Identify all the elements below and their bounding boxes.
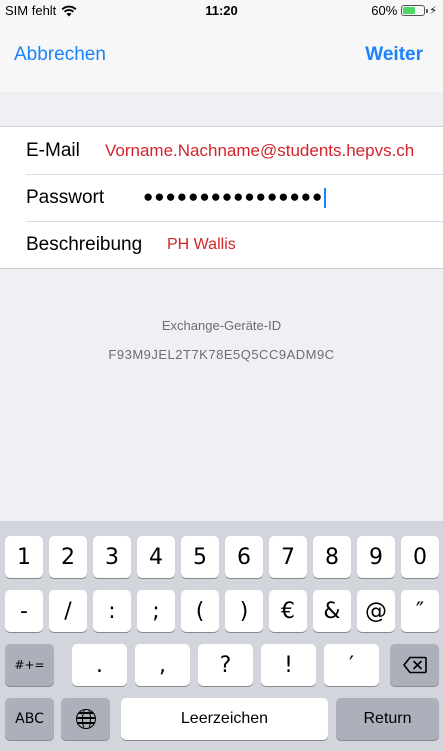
- key-paren-close[interactable]: ): [225, 590, 263, 632]
- key-at[interactable]: @: [357, 590, 395, 632]
- globe-icon: [75, 709, 96, 729]
- status-right: 60% ⚡: [371, 3, 437, 18]
- battery-percent: 60%: [371, 3, 398, 18]
- return-key[interactable]: Return: [336, 698, 439, 740]
- key-3[interactable]: 3: [93, 536, 131, 578]
- device-id-label: Exchange-Geräte-ID: [161, 318, 282, 333]
- key-4[interactable]: 4: [137, 536, 175, 578]
- password-dots: ●●●●●●●●●●●●●●●●: [143, 187, 324, 207]
- battery-icon: [401, 5, 429, 16]
- next-button[interactable]: Weiter: [365, 44, 423, 66]
- key-6[interactable]: 6: [225, 536, 263, 578]
- password-field[interactable]: ●●●●●●●●●●●●●●●●: [143, 187, 327, 208]
- symbols-toggle-key[interactable]: #+=: [5, 644, 54, 686]
- key-1[interactable]: 1: [5, 536, 43, 578]
- account-form: E-Mail Vorname.Nachname@students.hepvs.c…: [0, 126, 443, 269]
- space-key[interactable]: Leerzeichen: [121, 698, 328, 740]
- charging-bolt-icon: ⚡: [429, 5, 437, 17]
- key-exclamation[interactable]: !: [261, 644, 316, 686]
- key-colon[interactable]: :: [93, 590, 131, 632]
- key-euro[interactable]: €: [269, 590, 307, 632]
- key-period[interactable]: .: [72, 644, 127, 686]
- key-ampersand[interactable]: &: [313, 590, 351, 632]
- description-field[interactable]: PH Wallis: [167, 236, 236, 254]
- key-apostrophe[interactable]: ′: [324, 644, 379, 686]
- key-5[interactable]: 5: [181, 536, 219, 578]
- battery-fill: [403, 7, 416, 14]
- key-8[interactable]: 8: [313, 536, 351, 578]
- abc-key[interactable]: ABC: [5, 698, 54, 740]
- backspace-key[interactable]: [390, 644, 439, 686]
- key-7[interactable]: 7: [269, 536, 307, 578]
- description-label: Beschreibung: [26, 233, 143, 255]
- password-label: Passwort: [26, 186, 105, 208]
- backspace-icon: [402, 656, 427, 674]
- key-quote[interactable]: ″: [401, 590, 439, 632]
- key-question[interactable]: ?: [198, 644, 253, 686]
- key-paren-open[interactable]: (: [181, 590, 219, 632]
- key-slash[interactable]: /: [49, 590, 87, 632]
- password-row[interactable]: Passwort ●●●●●●●●●●●●●●●●: [0, 174, 443, 221]
- description-row[interactable]: Beschreibung PH Wallis: [0, 221, 443, 268]
- globe-key[interactable]: [61, 698, 110, 740]
- key-hyphen[interactable]: -: [5, 590, 43, 632]
- key-2[interactable]: 2: [49, 536, 87, 578]
- email-field[interactable]: Vorname.Nachname@students.hepvs.ch: [105, 141, 414, 161]
- text-caret: [324, 187, 327, 208]
- device-id-value: F93M9JEL2T7K78E5Q5CC9ADM9C: [108, 347, 335, 362]
- keyboard: 1 2 3 4 5 6 7 8 9 0 - / : ; ( ) € & @ ″ …: [0, 521, 443, 751]
- key-9[interactable]: 9: [357, 536, 395, 578]
- key-comma[interactable]: ,: [135, 644, 190, 686]
- key-0[interactable]: 0: [401, 536, 439, 578]
- status-bar: SIM fehlt 11:20 60% ⚡: [0, 0, 443, 22]
- section-spacer: [0, 92, 443, 126]
- navigation-bar: Abbrechen Weiter: [0, 22, 443, 92]
- email-label: E-Mail: [26, 139, 80, 161]
- cancel-button[interactable]: Abbrechen: [14, 44, 106, 66]
- key-semicolon[interactable]: ;: [137, 590, 175, 632]
- email-row[interactable]: E-Mail Vorname.Nachname@students.hepvs.c…: [0, 127, 443, 174]
